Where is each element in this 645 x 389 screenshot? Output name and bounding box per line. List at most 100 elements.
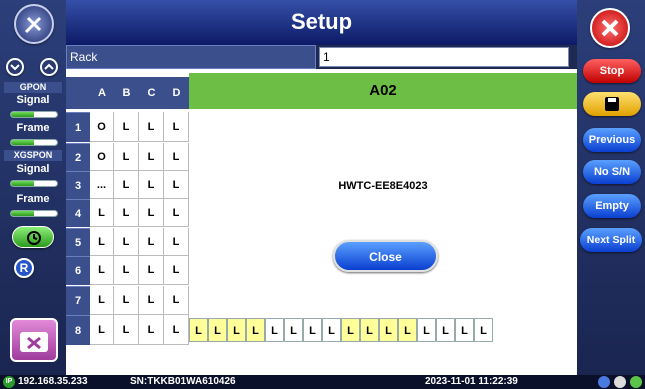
column-header-b: B [114,77,139,109]
grid-cell[interactable]: L [164,143,189,171]
grid-cell[interactable]: L [164,171,189,199]
serial-number: HWTC-EE8E4023 [338,180,428,192]
save-button[interactable] [583,92,641,116]
xgspon-frame-bar [10,210,58,217]
grid-cell[interactable]: L [114,199,139,227]
split-cell[interactable]: L [417,318,436,342]
ip-icon: IP [3,376,15,388]
row-number: 4 [66,199,90,227]
no-sn-button[interactable]: No S/N [583,160,641,184]
split-cell[interactable]: L [303,318,322,342]
split-cell[interactable]: L [189,318,208,342]
grid-cell[interactable]: ... [90,171,114,199]
split-cell[interactable]: L [227,318,246,342]
grid-cell[interactable]: L [114,256,139,285]
right-panel [577,0,645,375]
grid-cell[interactable]: L [139,171,164,199]
grid-cell[interactable]: L [114,112,139,142]
split-cell[interactable]: L [436,318,455,342]
empty-button[interactable]: Empty [583,194,641,218]
split-cell[interactable]: L [341,318,360,342]
history-button[interactable] [12,226,54,248]
row-number: 5 [66,228,90,256]
grid-cell[interactable]: L [139,199,164,227]
split-cell[interactable]: L [208,318,227,342]
user-icon [598,376,610,388]
split-cell[interactable]: L [379,318,398,342]
bluetooth-icon [614,376,626,388]
next-split-button[interactable]: Next Split [580,228,642,252]
grid-cell[interactable]: L [164,199,189,227]
grid-cell[interactable]: L [164,286,189,315]
gpon-signal-bar [10,111,58,118]
grid-cell[interactable]: L [90,256,114,285]
row-number: 2 [66,143,90,171]
popup-header: A02 [189,73,577,109]
chevron-up-icon[interactable] [40,58,58,76]
grid-cell[interactable]: L [164,112,189,142]
xgspon-label: XGSPON [4,150,62,161]
grid-cell[interactable]: L [139,228,164,256]
rack-label: Rack [66,45,316,69]
row-number: 1 [66,112,90,142]
grid-cell[interactable]: O [90,143,114,171]
split-cell[interactable]: L [322,318,341,342]
save-icon [605,97,619,111]
grid-cell[interactable]: L [114,286,139,315]
stop-button[interactable]: Stop [583,59,641,83]
row-number: 6 [66,256,90,285]
rack-input[interactable]: 1 [319,47,569,67]
split-cell[interactable]: L [360,318,379,342]
chevron-down-icon[interactable] [6,58,24,76]
grid-cell[interactable]: L [164,228,189,256]
split-cell[interactable]: L [398,318,417,342]
frame-label: Frame [16,122,50,134]
grid-cell[interactable]: O [90,112,114,142]
column-header-d: D [164,77,189,109]
row-number: 7 [66,286,90,315]
grid-cell[interactable]: L [90,286,114,315]
grid-cell[interactable]: L [164,315,189,345]
grid-cell[interactable]: L [114,143,139,171]
column-header-a: A [90,77,114,109]
split-cell[interactable]: L [284,318,303,342]
column-header-c: C [139,77,164,109]
serial-status: SN:TKKB01WA610426 [130,376,236,387]
grid-cell[interactable]: L [164,256,189,285]
gpon-label: GPON [4,82,62,93]
split-cell[interactable]: L [246,318,265,342]
grid-cell[interactable]: L [114,171,139,199]
close-icon[interactable] [590,8,630,48]
row-header-corner [66,77,90,109]
grid-cell[interactable]: L [139,315,164,345]
split-cell[interactable]: L [455,318,474,342]
remote-badge[interactable]: R [14,258,34,278]
grid-cell[interactable]: L [90,199,114,227]
grid-cell[interactable]: L [139,143,164,171]
grid-cell[interactable]: L [90,315,114,345]
grid-cell[interactable]: L [139,286,164,315]
row-number: 8 [66,315,90,345]
grid-cell[interactable]: L [139,256,164,285]
page-title: Setup [66,0,577,45]
signal-label-2: Signal [16,163,50,175]
grid-cell[interactable]: L [114,315,139,345]
tools-icon[interactable] [14,4,54,44]
battery-icon [630,376,642,388]
split-cell[interactable]: L [474,318,493,342]
row-number: 3 [66,171,90,199]
frame-label-2: Frame [16,193,50,205]
xgspon-signal-bar [10,180,58,187]
grid-cell[interactable]: L [114,228,139,256]
history-icon [27,231,41,245]
toolbox-icon[interactable] [10,318,58,362]
previous-button[interactable]: Previous [583,128,641,152]
ip-address: 192.168.35.233 [18,376,88,387]
signal-label: Signal [16,94,50,106]
grid-cell[interactable]: L [139,112,164,142]
split-cell[interactable]: L [265,318,284,342]
close-button[interactable]: Close [333,240,438,272]
datetime: 2023-11-01 11:22:39 [425,376,518,387]
gpon-frame-bar [10,139,58,146]
grid-cell[interactable]: L [90,228,114,256]
